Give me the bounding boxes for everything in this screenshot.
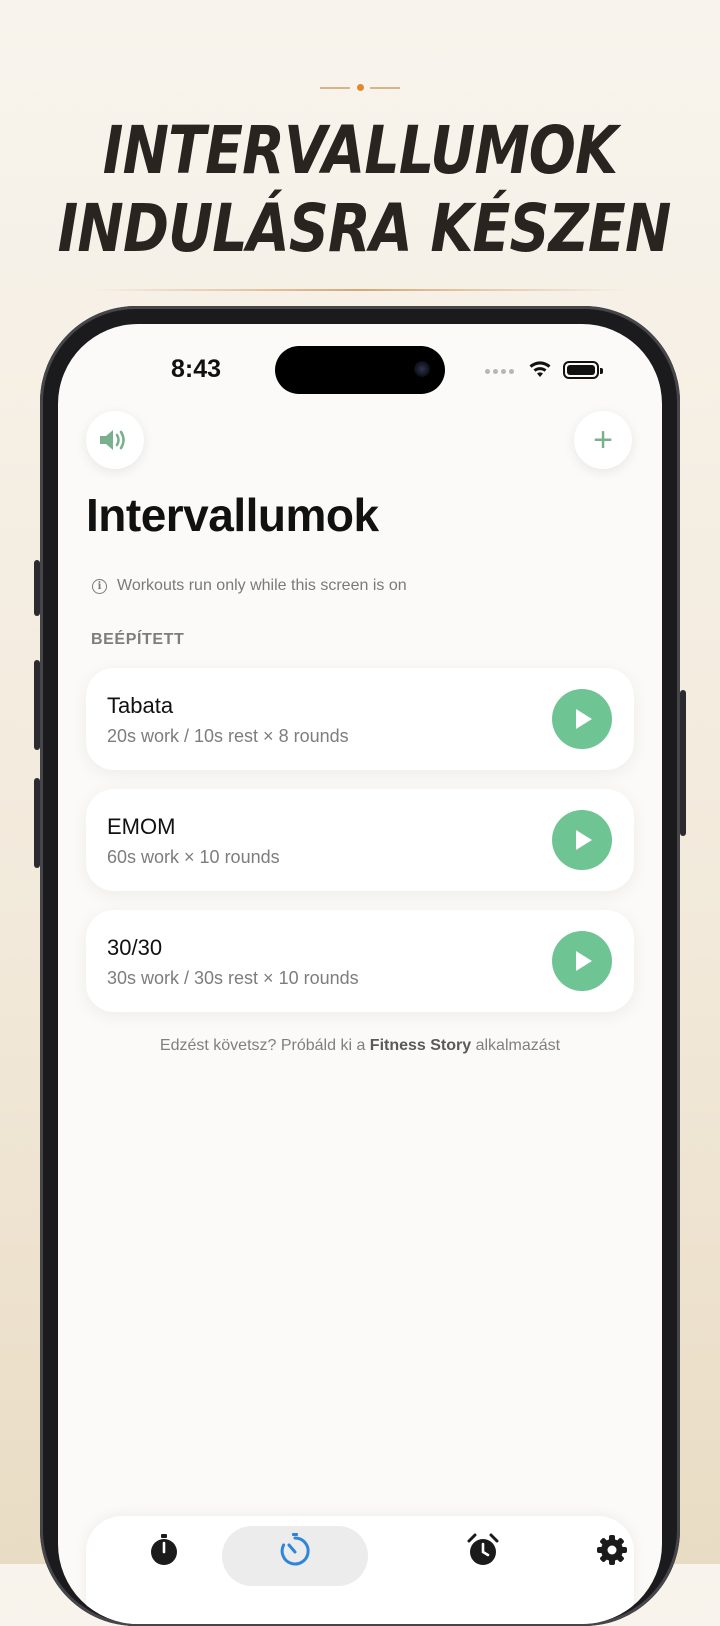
workout-card-30-30[interactable]: 30/30 30s work / 30s rest × 10 rounds (86, 910, 634, 1012)
interval-timer-icon (280, 1533, 310, 1566)
play-icon (576, 951, 592, 971)
status-icons (485, 358, 610, 382)
workout-card-emom[interactable]: EMOM 60s work × 10 rounds (86, 789, 634, 891)
headline-ornament (320, 84, 400, 92)
wifi-icon (529, 361, 551, 377)
play-icon (576, 709, 592, 729)
fitness-story-promo[interactable]: Edzést követsz? Próbáld ki a Fitness Sto… (58, 1037, 662, 1055)
workout-detail: 30s work / 30s rest × 10 rounds (107, 968, 359, 988)
add-workout-button[interactable]: + (574, 411, 632, 469)
workout-detail: 60s work × 10 rounds (107, 847, 280, 867)
phone-action-button (34, 560, 40, 616)
page-title: Intervallumok (86, 489, 379, 541)
tab-settings[interactable] (592, 1530, 632, 1570)
workout-card-tabata[interactable]: Tabata 20s work / 10s rest × 8 rounds (86, 668, 634, 770)
sound-toggle-button[interactable] (86, 411, 144, 469)
status-time: 8:43 (170, 355, 222, 383)
play-button[interactable] (552, 689, 612, 749)
workout-name: EMOM (107, 814, 176, 839)
tab-intervals[interactable] (275, 1530, 315, 1570)
promo-prefix: Edzést követsz? Próbáld ki a (159, 1037, 370, 1054)
info-icon: i (92, 578, 107, 594)
gear-icon (597, 1535, 627, 1565)
tab-bar (86, 1516, 634, 1624)
play-icon (576, 830, 592, 850)
workout-detail: 20s work / 10s rest × 8 rounds (107, 726, 349, 746)
notice-text: Workouts run only while this screen is o… (117, 577, 407, 594)
screen-on-notice: i Workouts run only while this screen is… (92, 577, 407, 595)
plus-icon: + (593, 421, 613, 459)
cellular-signal-icon (485, 369, 514, 374)
tab-alarm[interactable] (463, 1530, 503, 1570)
workout-name: Tabata (107, 693, 174, 718)
promo-suffix: alkalmazást (471, 1037, 561, 1054)
play-button[interactable] (552, 810, 612, 870)
phone-volume-up-button (34, 660, 40, 750)
speaker-icon (100, 430, 125, 450)
alarm-clock-icon (467, 1533, 499, 1565)
headline-divider (90, 289, 630, 291)
tab-stopwatch[interactable] (144, 1530, 184, 1570)
promo-app-name[interactable]: Fitness Story (370, 1037, 471, 1054)
stopwatch-icon (151, 1534, 177, 1565)
promo-headline-line1: INTERVALLUMOK (102, 112, 618, 189)
section-label: BEÉPÍTETT (91, 631, 185, 648)
workout-name: 30/30 (107, 935, 163, 960)
phone-power-button (680, 690, 686, 836)
play-button[interactable] (552, 931, 612, 991)
app-screen: 8:43 + Intervallumok i Workouts run only… (58, 324, 662, 1624)
battery-icon (563, 361, 603, 379)
promo-headline-line2: INDULÁSRA KÉSZEN (57, 190, 672, 267)
camera-icon (414, 361, 430, 377)
phone-volume-down-button (34, 778, 40, 868)
promo-headline: INTERVALLUMOK INDULÁSRA KÉSZEN (57, 112, 672, 268)
